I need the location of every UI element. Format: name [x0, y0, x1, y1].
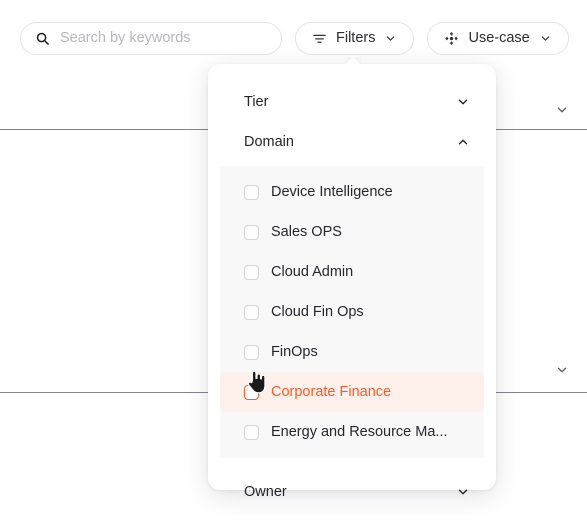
diamond-cluster-icon: [444, 31, 459, 46]
domain-option-row[interactable]: Corporate Finance: [220, 372, 484, 412]
chevron-up-icon: [456, 135, 470, 149]
domain-option-label: FinOps: [271, 344, 318, 360]
chevron-down-icon: [456, 485, 470, 499]
chevron-down-icon: [384, 32, 397, 45]
domain-option-row[interactable]: Energy and Resource Ma...: [220, 412, 484, 452]
domain-option-label: Cloud Fin Ops: [271, 304, 364, 320]
checkbox[interactable]: [244, 424, 259, 440]
filter-section-owner-label: Owner: [244, 484, 287, 500]
domain-option-row[interactable]: Cloud Admin: [220, 252, 484, 292]
domain-option-row[interactable]: Cloud Fin Ops: [220, 292, 484, 332]
filter-section-owner[interactable]: Owner: [208, 472, 496, 512]
filters-dropdown-panel: Tier Domain Device Intelligence Sales OPS…: [208, 64, 496, 500]
search-input[interactable]: [60, 30, 267, 46]
domain-options-list: Device Intelligence Sales OPS Cloud Admin C…: [220, 166, 484, 458]
domain-option-label: Sales OPS: [271, 224, 342, 240]
domain-option-row[interactable]: Device Intelligence: [220, 172, 484, 212]
search-icon: [35, 31, 50, 46]
domain-option-label: Corporate Finance: [271, 384, 392, 400]
checkbox[interactable]: [244, 184, 259, 200]
checkbox[interactable]: [244, 224, 259, 240]
filter-section-domain[interactable]: Domain: [208, 122, 496, 162]
checkbox[interactable]: [244, 344, 259, 360]
domain-option-label: Device Intelligence: [271, 184, 393, 200]
domain-option-label: Energy and Resource Ma...: [271, 424, 448, 440]
use-case-button-label: Use-case: [468, 30, 530, 46]
filter-section-domain-label: Domain: [244, 134, 294, 150]
checkbox[interactable]: [244, 384, 259, 400]
filters-button-label: Filters: [336, 30, 376, 46]
background-chevron-down-icon[interactable]: [555, 103, 569, 117]
search-box[interactable]: [20, 21, 282, 55]
filter-section-tier[interactable]: Tier: [208, 82, 496, 122]
checkbox[interactable]: [244, 264, 259, 280]
chevron-down-icon: [456, 95, 470, 109]
filter-section-tier-label: Tier: [244, 94, 269, 110]
checkbox[interactable]: [244, 304, 259, 320]
domain-option-row[interactable]: FinOps: [220, 332, 484, 372]
background-chevron-down-icon[interactable]: [555, 363, 569, 377]
filters-button[interactable]: Filters: [295, 21, 415, 55]
filter-lines-icon: [312, 31, 327, 46]
domain-option-label: Cloud Admin: [271, 264, 354, 280]
domain-option-row[interactable]: Sales OPS: [220, 212, 484, 252]
chevron-down-icon: [539, 32, 552, 45]
dropdown-caret: [345, 57, 361, 65]
use-case-button[interactable]: Use-case: [427, 21, 569, 55]
